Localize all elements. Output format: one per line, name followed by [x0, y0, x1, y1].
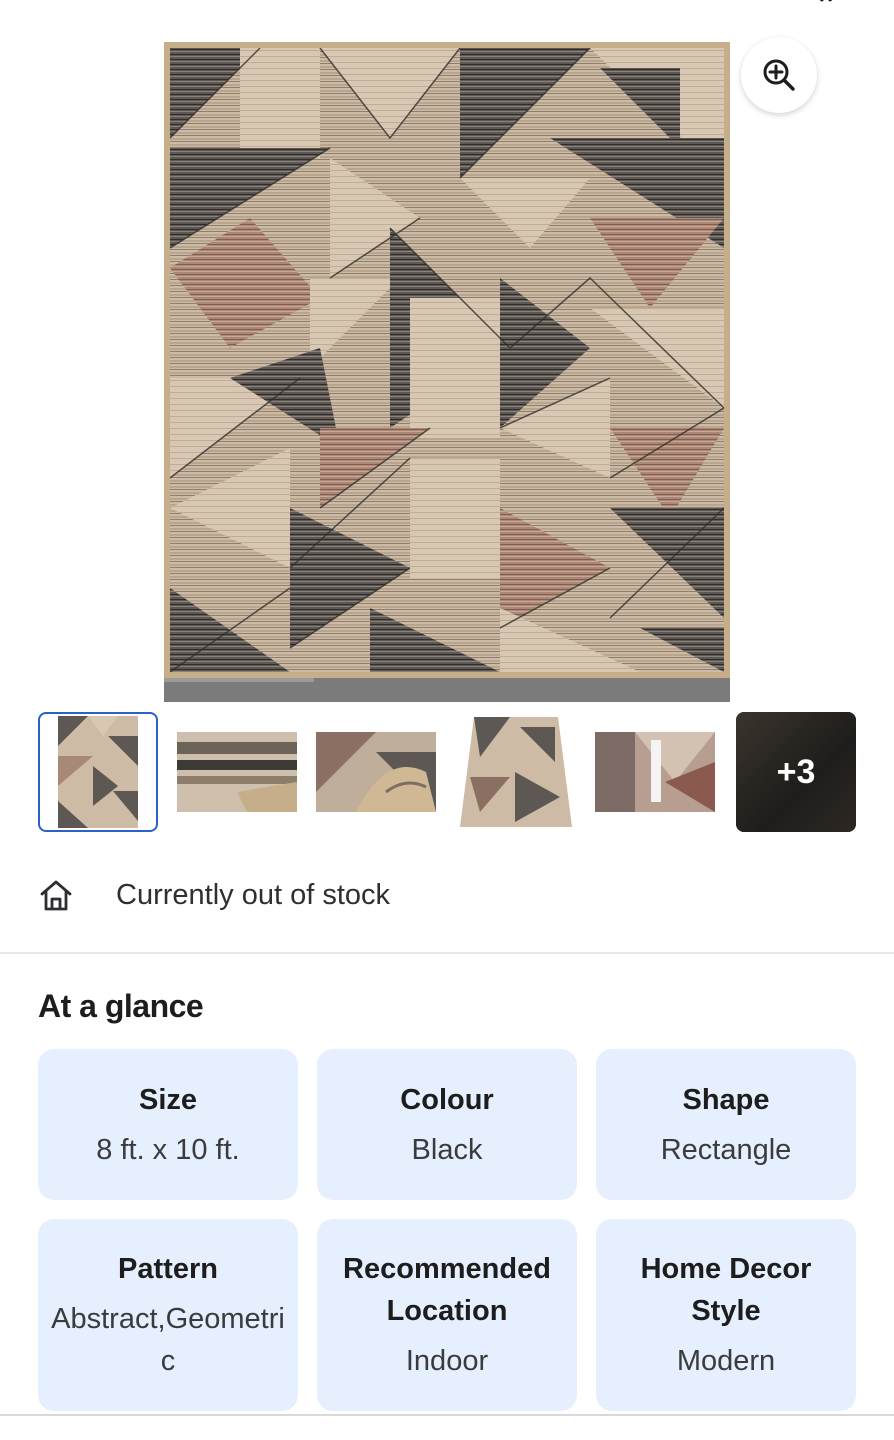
- spec-card-shape: Shape Rectangle: [596, 1049, 856, 1200]
- more-images-button[interactable]: +3: [736, 712, 856, 832]
- thumbnail-5[interactable]: [595, 712, 715, 832]
- thumbnail-strip: +3: [38, 712, 856, 832]
- availability-row: Currently out of stock: [38, 870, 390, 920]
- zoom-in-icon: [763, 59, 795, 91]
- home-icon: [40, 880, 72, 911]
- product-image[interactable]: [164, 42, 730, 702]
- availability-text: Currently out of stock: [116, 878, 390, 911]
- close-icon[interactable]: [808, 0, 844, 6]
- spec-card-pattern: Pattern Abstract,Geometric: [38, 1219, 298, 1411]
- zoom-button[interactable]: [741, 37, 817, 113]
- section-divider: [0, 952, 894, 954]
- thumbnail-2[interactable]: [177, 712, 297, 832]
- at-a-glance-title: At a glance: [38, 988, 204, 1024]
- thumbnail-4[interactable]: [456, 712, 576, 832]
- spec-card-colour: Colour Black: [317, 1049, 577, 1200]
- spec-card-home-decor-style: Home Decor Style Modern: [596, 1219, 856, 1411]
- more-images-label: +3: [776, 752, 816, 791]
- spec-card-size: Size 8 ft. x 10 ft.: [38, 1049, 298, 1200]
- rug-image: [164, 42, 730, 678]
- spec-card-recommended-location: Recommended Location Indoor: [317, 1219, 577, 1411]
- image-scrollbar: [164, 678, 730, 702]
- thumbnail-3[interactable]: [316, 712, 436, 832]
- bottom-divider: [0, 1414, 894, 1416]
- thumbnail-1[interactable]: [38, 712, 158, 832]
